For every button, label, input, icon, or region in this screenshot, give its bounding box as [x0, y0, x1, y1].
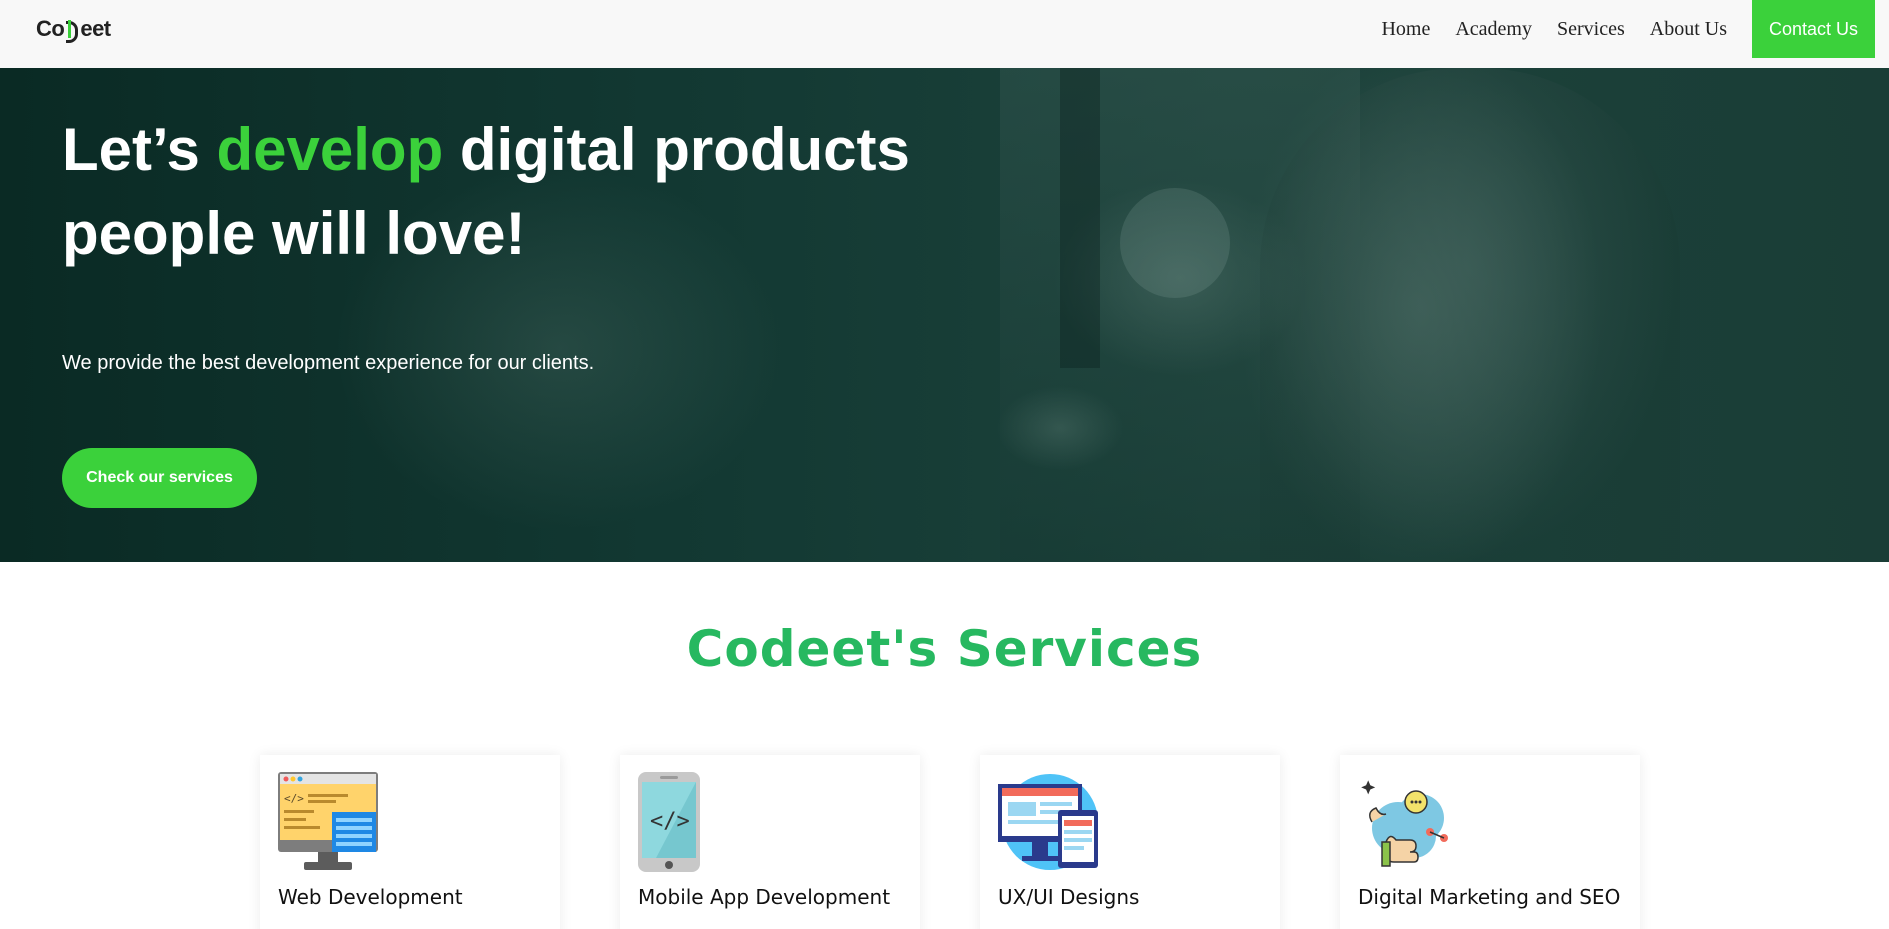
services-heading: Codeet's Services: [686, 620, 1203, 678]
svg-text:</>: </>: [650, 809, 690, 834]
web-development-icon: </>: [278, 772, 378, 870]
codeet-logo[interactable]: Co eet: [36, 16, 111, 43]
hero-title-part1: Let’s: [62, 116, 217, 183]
hero-title: Let’s develop digital products people wi…: [62, 108, 962, 276]
logo-mark-icon: [65, 18, 79, 43]
logo-prefix: Co: [36, 16, 65, 41]
nav-link-about-us[interactable]: About Us: [1650, 18, 1727, 41]
service-label: Web Development: [278, 885, 463, 909]
nav-link-academy[interactable]: Academy: [1455, 18, 1532, 41]
nav-links: Home Academy Services About Us: [1356, 0, 1727, 58]
hero-background-cup: [1120, 188, 1230, 298]
service-label: Mobile App Development: [638, 885, 891, 909]
hero-section: Let’s develop digital products people wi…: [0, 68, 1889, 562]
ux-ui-design-icon: [998, 774, 1098, 870]
service-card-ux-ui[interactable]: UX/UI Designs: [980, 755, 1280, 929]
navbar: Co eet Home Academy Services About Us Con…: [0, 0, 1889, 68]
service-label: Digital Marketing and SEO: [1358, 885, 1621, 909]
nav-link-services[interactable]: Services: [1557, 18, 1625, 41]
hero-background-person: [1260, 68, 1680, 562]
contact-us-button[interactable]: Contact Us: [1752, 0, 1875, 58]
hero-title-highlight: develop: [216, 116, 444, 183]
logo-suffix: eet: [80, 16, 111, 41]
service-card-mobile-app[interactable]: </> Mobile App Development: [620, 755, 920, 929]
svg-text:</>: </>: [284, 792, 304, 805]
mobile-app-icon: </>: [638, 772, 700, 872]
check-services-button[interactable]: Check our services: [62, 448, 257, 508]
digital-marketing-icon: [1361, 780, 1448, 867]
hero-subtitle: We provide the best development experien…: [62, 352, 595, 374]
service-card-digital-marketing[interactable]: Digital Marketing and SEO: [1340, 755, 1640, 929]
service-label: UX/UI Designs: [998, 885, 1140, 909]
service-card-web-development[interactable]: </> Web Development: [260, 755, 560, 929]
nav-link-home[interactable]: Home: [1381, 18, 1430, 41]
